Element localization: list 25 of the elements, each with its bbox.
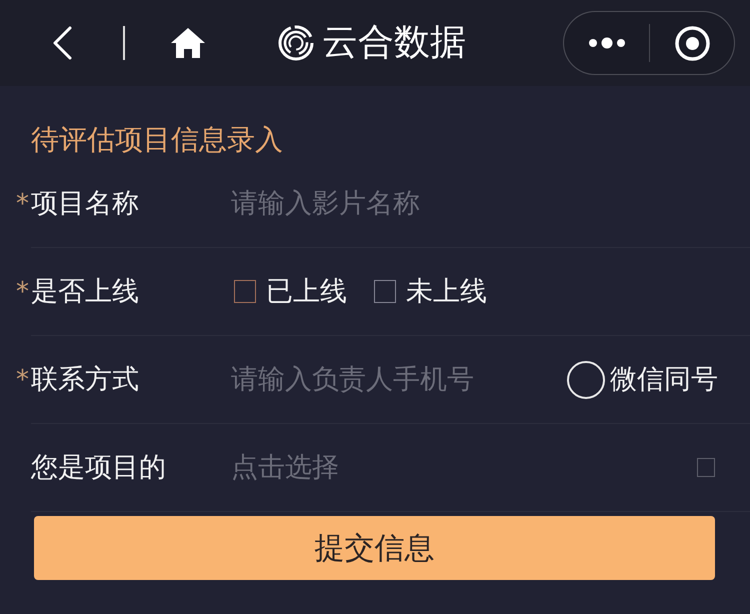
phone-input[interactable]: 请输入负责人手机号 [231,360,559,400]
field-label: 是否上线 [31,274,140,308]
field-label: 联系方式 [31,362,140,396]
required-asterisk: * [15,277,30,307]
checkbox[interactable] [374,280,396,303]
required-asterisk: * [15,365,30,395]
form-title: 待评估项目信息录入 [31,122,283,158]
option-label[interactable]: 已上线 [266,274,347,310]
back-icon[interactable] [52,26,72,60]
picker-field[interactable]: 点击选择 [231,448,697,488]
field-label: 您是项目的 [31,450,167,484]
home-icon[interactable] [170,27,206,59]
checkbox[interactable] [697,458,715,477]
radio-button[interactable] [567,360,605,398]
field-label: 项目名称 [31,186,140,220]
submit-button[interactable]: 提交信息 [34,516,715,580]
app-title: 云合数据 [322,21,466,65]
target-icon[interactable] [675,26,710,60]
logo-icon [278,25,314,61]
checkbox[interactable] [234,280,256,303]
required-asterisk: * [15,189,30,219]
text-input[interactable]: 请输入影片名称 [231,184,750,224]
radio-label[interactable]: 微信同号 [610,362,718,398]
more-icon[interactable] [588,37,626,49]
option-label[interactable]: 未上线 [406,274,487,310]
